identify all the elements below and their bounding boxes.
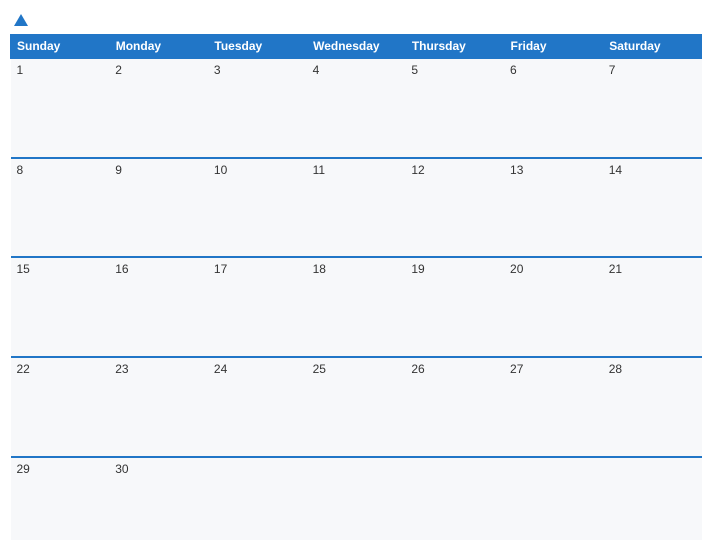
calendar-cell <box>307 457 406 540</box>
calendar-cell: 24 <box>208 357 307 457</box>
week-row-3: 15 16 17 18 19 20 21 <box>11 257 702 357</box>
date-number: 14 <box>609 163 622 177</box>
calendar-cell: 6 <box>504 58 603 158</box>
date-number: 28 <box>609 362 622 376</box>
calendar-cell: 5 <box>405 58 504 158</box>
date-number: 15 <box>17 262 30 276</box>
day-header-sunday: Sunday <box>11 35 110 59</box>
calendar-cell: 2 <box>109 58 208 158</box>
date-number: 22 <box>17 362 30 376</box>
date-number: 4 <box>313 63 320 77</box>
date-number: 21 <box>609 262 622 276</box>
date-number: 25 <box>313 362 326 376</box>
date-number: 13 <box>510 163 523 177</box>
calendar-table: SundayMondayTuesdayWednesdayThursdayFrid… <box>10 34 702 540</box>
date-number: 26 <box>411 362 424 376</box>
calendar-cell: 13 <box>504 158 603 258</box>
date-number: 18 <box>313 262 326 276</box>
date-number: 6 <box>510 63 517 77</box>
calendar-header <box>10 10 702 34</box>
date-number: 27 <box>510 362 523 376</box>
date-number: 9 <box>115 163 122 177</box>
calendar-cell: 30 <box>109 457 208 540</box>
calendar-cell: 8 <box>11 158 110 258</box>
calendar-cell: 27 <box>504 357 603 457</box>
date-number: 17 <box>214 262 227 276</box>
calendar-cell: 14 <box>603 158 702 258</box>
calendar-cell: 28 <box>603 357 702 457</box>
date-number: 30 <box>115 462 128 476</box>
date-number: 11 <box>313 163 325 177</box>
week-row-2: 8 9 10 11 12 13 14 <box>11 158 702 258</box>
date-number: 24 <box>214 362 227 376</box>
calendar-cell <box>405 457 504 540</box>
calendar-cell: 11 <box>307 158 406 258</box>
calendar-cell: 16 <box>109 257 208 357</box>
calendar-cell: 26 <box>405 357 504 457</box>
date-number: 19 <box>411 262 424 276</box>
week-row-1: 1 2 3 4 5 6 7 <box>11 58 702 158</box>
date-number: 23 <box>115 362 128 376</box>
calendar-cell: 22 <box>11 357 110 457</box>
day-header-friday: Friday <box>504 35 603 59</box>
week-row-4: 22 23 24 25 26 27 28 <box>11 357 702 457</box>
calendar-cell <box>603 457 702 540</box>
calendar-cell: 10 <box>208 158 307 258</box>
calendar-cell: 12 <box>405 158 504 258</box>
date-number: 16 <box>115 262 128 276</box>
day-header-wednesday: Wednesday <box>307 35 406 59</box>
calendar-cell: 9 <box>109 158 208 258</box>
calendar-page: SundayMondayTuesdayWednesdayThursdayFrid… <box>0 0 712 550</box>
day-header-row: SundayMondayTuesdayWednesdayThursdayFrid… <box>11 35 702 59</box>
week-row-5: 29 30 <box>11 457 702 540</box>
date-number: 1 <box>17 63 24 77</box>
date-number: 3 <box>214 63 221 77</box>
day-header-thursday: Thursday <box>405 35 504 59</box>
calendar-cell: 15 <box>11 257 110 357</box>
calendar-cell: 1 <box>11 58 110 158</box>
calendar-cell <box>208 457 307 540</box>
logo <box>10 14 28 28</box>
date-number: 2 <box>115 63 122 77</box>
calendar-cell <box>504 457 603 540</box>
logo-triangle-icon <box>14 14 28 26</box>
calendar-cell: 4 <box>307 58 406 158</box>
date-number: 10 <box>214 163 227 177</box>
day-header-monday: Monday <box>109 35 208 59</box>
date-number: 8 <box>17 163 24 177</box>
calendar-cell: 20 <box>504 257 603 357</box>
date-number: 20 <box>510 262 523 276</box>
calendar-cell: 3 <box>208 58 307 158</box>
day-header-saturday: Saturday <box>603 35 702 59</box>
date-number: 7 <box>609 63 616 77</box>
calendar-cell: 25 <box>307 357 406 457</box>
calendar-cell: 19 <box>405 257 504 357</box>
calendar-cell: 17 <box>208 257 307 357</box>
date-number: 5 <box>411 63 418 77</box>
calendar-cell: 18 <box>307 257 406 357</box>
calendar-cell: 7 <box>603 58 702 158</box>
calendar-cell: 21 <box>603 257 702 357</box>
date-number: 29 <box>17 462 30 476</box>
calendar-cell: 29 <box>11 457 110 540</box>
calendar-cell: 23 <box>109 357 208 457</box>
day-header-tuesday: Tuesday <box>208 35 307 59</box>
date-number: 12 <box>411 163 424 177</box>
